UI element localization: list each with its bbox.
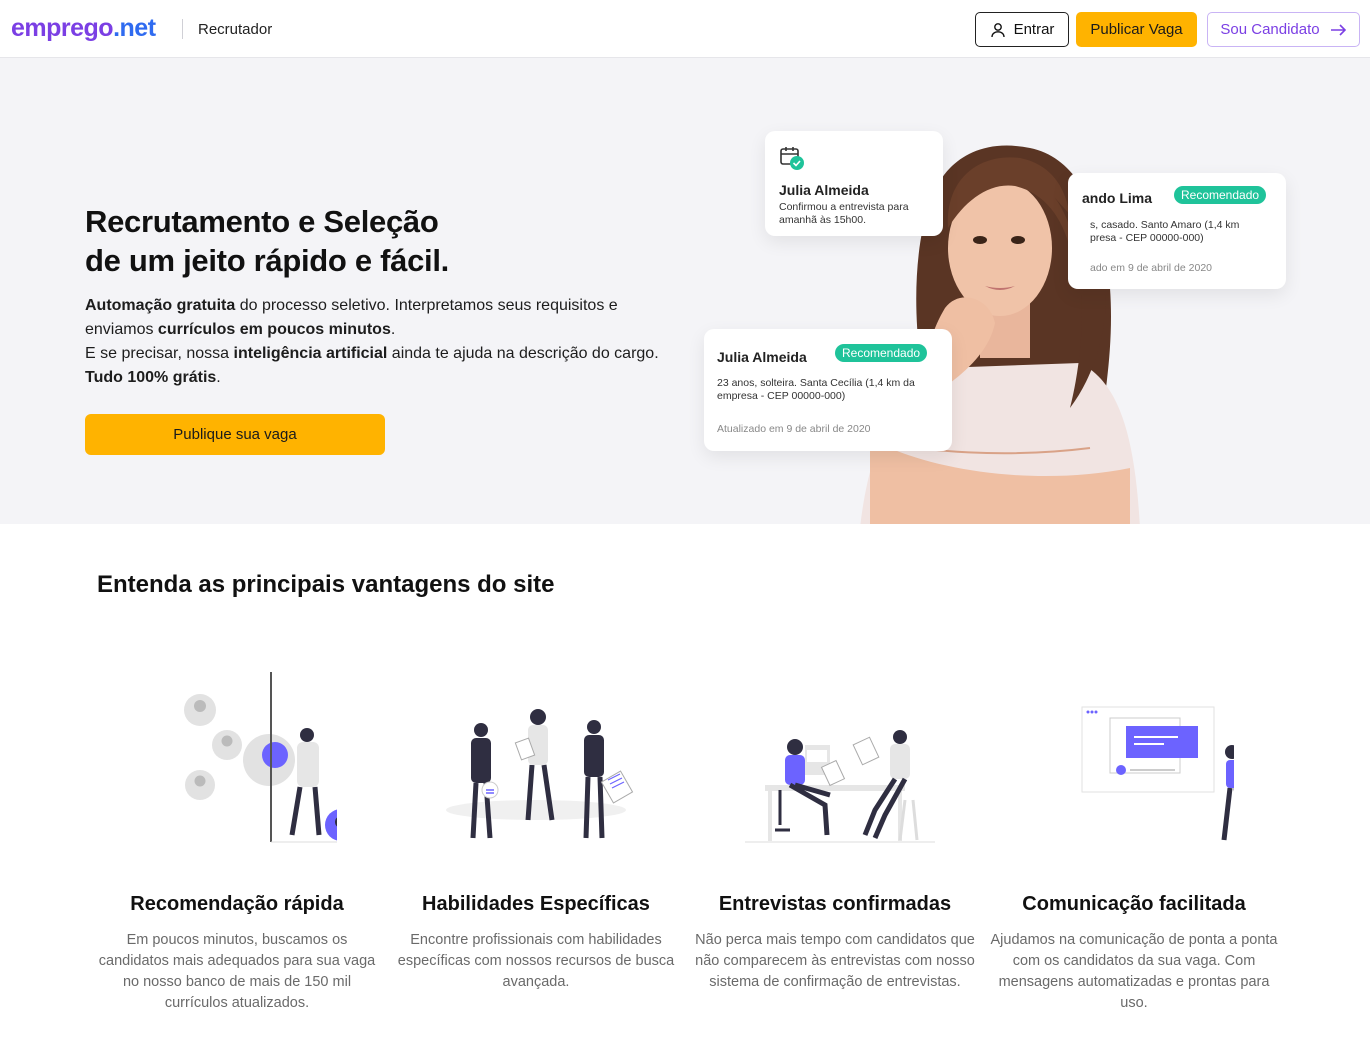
feature-description: Em poucos minutos, buscamos os candidato… xyxy=(98,932,376,1011)
message-screen-icon xyxy=(1081,706,1247,841)
logo-text-domain: .net xyxy=(113,14,156,42)
recommended-candidate-card-2: ando Lima Recomendado s, casado. Santo A… xyxy=(1068,173,1286,289)
card-candidate-name: ando Lima xyxy=(1082,190,1153,206)
candidate-label: Sou Candidato xyxy=(1220,21,1320,38)
user-icon xyxy=(990,22,1005,37)
feature-title: Comunicação facilitada xyxy=(1022,893,1246,915)
feature-card: Recomendação rápida Em poucos minutos, b… xyxy=(92,660,382,1014)
card-candidate-name: Julia Almeida xyxy=(717,349,807,365)
feature-card: Habilidades Específicas Encontre profiss… xyxy=(391,660,681,993)
feature-description: Ajudamos na comunicação de ponta a ponta… xyxy=(990,932,1278,1011)
hero-text-bold: Tudo 100% grátis xyxy=(85,369,217,386)
card-candidate-text: s, casado. Santo Amaro (1,4 km presa - C… xyxy=(1090,219,1240,244)
hero-text-bold: inteligência artificial xyxy=(233,345,388,362)
login-label: Entrar xyxy=(1013,21,1055,38)
hero-text: . xyxy=(216,369,221,386)
recommended-badge: Recomendado xyxy=(835,344,928,362)
publish-vacancy-cta[interactable]: Publique sua vaga xyxy=(85,414,385,455)
calendar-check-icon xyxy=(780,147,804,170)
recommended-badge: Recomendado xyxy=(1174,186,1267,204)
hero-title: Recrutamento e Seleção de um jeito rápid… xyxy=(85,202,449,280)
features-title: Entenda as principais vantagens do site xyxy=(97,571,555,598)
arrow-right-icon xyxy=(1330,23,1346,36)
people-search-icon xyxy=(184,672,377,843)
header-divider xyxy=(182,19,183,39)
publish-vacancy-cta-label: Publique sua vaga xyxy=(173,426,297,443)
hero-title-line1: Recrutamento e Seleção xyxy=(85,204,439,239)
top-header: emprego.net Recrutador Entrar Publicar V… xyxy=(0,0,1370,58)
feature-title: Entrevistas confirmadas xyxy=(718,893,952,915)
team-people-icon xyxy=(446,709,634,839)
feature-title: Recomendação rápida xyxy=(130,893,344,915)
card-updated-date: Atualizado em 9 de abril de 2020 xyxy=(717,423,871,435)
communication-illustration xyxy=(1034,660,1247,850)
hero-title-line2: de um jeito rápido e fácil. xyxy=(85,243,449,278)
publish-job-label: Publicar Vaga xyxy=(1090,21,1183,38)
hero-section: Recrutamento e Seleção de um jeito rápid… xyxy=(0,58,1370,524)
publish-job-button[interactable]: Publicar Vaga xyxy=(1076,12,1197,47)
interview-illustration xyxy=(735,660,935,850)
hero-text-bold: Automação gratuita xyxy=(85,297,236,314)
candidate-button[interactable]: Sou Candidato xyxy=(1207,12,1360,47)
feature-description: Não perca mais tempo com candidatos que … xyxy=(695,932,975,990)
feature-card: Comunicação facilitada Ajudamos na comun… xyxy=(989,660,1279,1014)
hero-text: . xyxy=(390,321,396,338)
section-label: Recrutador xyxy=(198,21,273,38)
card-updated-date: ado em 9 de abril de 2020 xyxy=(1090,262,1213,274)
hero-description: Automação gratuita do processo seletivo.… xyxy=(85,294,665,390)
hero-text: E se precisar, nossa xyxy=(85,345,234,362)
recommended-candidate-card: Julia Almeida Recomendado 23 anos, solte… xyxy=(704,329,952,451)
card-candidate-name: Julia Almeida xyxy=(779,182,869,198)
hero-text: ainda te ajuda na descrição do cargo. xyxy=(387,345,659,362)
card-candidate-text: 23 anos, solteira. Santa Cecília (1,4 km… xyxy=(717,377,915,402)
skills-illustration xyxy=(436,660,636,850)
feature-card: Entrevistas confirmadas Não perca mais t… xyxy=(690,660,980,993)
recommendation-illustration xyxy=(137,660,377,850)
feature-title: Habilidades Específicas xyxy=(422,893,650,915)
interview-desk-icon xyxy=(745,730,935,843)
site-logo[interactable]: emprego.net xyxy=(11,14,156,43)
interview-confirmed-card: Julia Almeida Confirmou a entrevista par… xyxy=(765,131,943,236)
login-button[interactable]: Entrar xyxy=(975,12,1069,47)
hero-text-bold: currículos em poucos minutos xyxy=(157,321,391,338)
logo-text-main: emprego xyxy=(11,14,114,42)
card-candidate-text: Confirmou a entrevista para amanhã às 15… xyxy=(779,201,909,226)
feature-description: Encontre profissionais com habilidades e… xyxy=(397,932,675,990)
